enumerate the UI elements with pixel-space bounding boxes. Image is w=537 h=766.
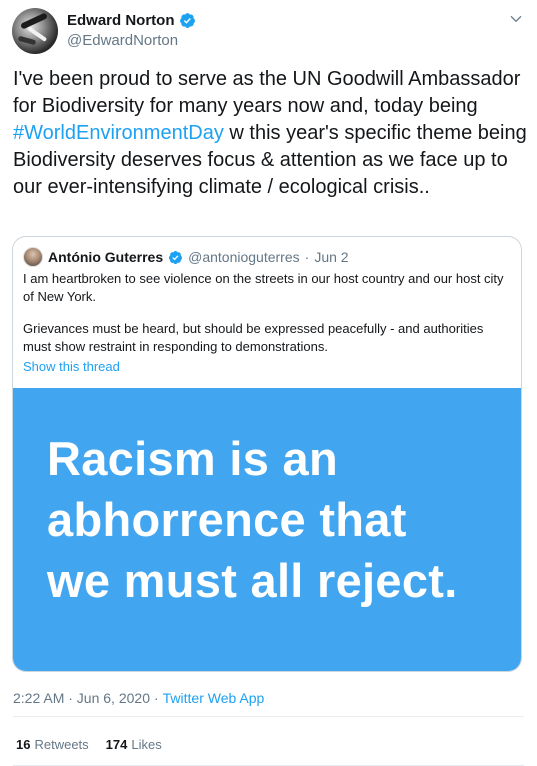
source-link[interactable]: Twitter Web App bbox=[163, 690, 265, 706]
quoted-author-avatar bbox=[23, 247, 43, 267]
tweet-stats: 16 Retweets 174 Likes bbox=[16, 737, 162, 752]
author-name-row[interactable]: Edward Norton bbox=[67, 12, 196, 29]
author-avatar[interactable] bbox=[12, 8, 58, 54]
quoted-paragraph: Grievances must be heard, but should be … bbox=[23, 321, 484, 354]
quoted-tweet-header: António Guterres @antonioguterres · Jun … bbox=[23, 247, 349, 267]
avatar-art bbox=[17, 35, 37, 46]
divider bbox=[13, 716, 524, 717]
verified-badge-icon bbox=[169, 250, 183, 264]
likes-link[interactable]: 174 Likes bbox=[106, 737, 162, 752]
tweet-meta: 2:22 AM · Jun 6, 2020 · Twitter Web App bbox=[13, 690, 264, 706]
quoted-image[interactable]: Racism is an abhorrence that we must all… bbox=[13, 388, 521, 671]
author-name[interactable]: Edward Norton bbox=[67, 12, 175, 29]
likes-count: 174 bbox=[105, 737, 128, 752]
image-text-line: Racism is an bbox=[47, 432, 338, 485]
quoted-date: Jun 2 bbox=[314, 249, 349, 265]
image-text-line: we must all reject. bbox=[47, 554, 458, 607]
verified-badge-icon bbox=[179, 13, 195, 28]
quoted-tweet[interactable]: António Guterres @antonioguterres · Jun … bbox=[12, 236, 522, 672]
quoted-paragraph: I am heartbroken to see violence on the … bbox=[23, 271, 504, 304]
separator-dot: · bbox=[153, 690, 159, 706]
tweet-text-part: I've been proud to serve as the UN Goodw… bbox=[13, 68, 521, 117]
likes-label: Likes bbox=[131, 737, 162, 752]
quoted-author-name: António Guterres bbox=[48, 249, 164, 265]
image-text-line: abhorrence that bbox=[47, 493, 407, 546]
chevron-down-icon[interactable] bbox=[509, 12, 523, 26]
quoted-tweet-text: I am heartbroken to see violence on the … bbox=[23, 270, 511, 356]
retweets-link[interactable]: 16 Retweets bbox=[16, 737, 89, 752]
retweets-label: Retweets bbox=[34, 737, 89, 752]
author-handle[interactable]: @EdwardNorton bbox=[67, 32, 178, 49]
show-thread-link[interactable]: Show this thread bbox=[23, 359, 120, 374]
avatar-art bbox=[20, 12, 48, 30]
tweet-text: I've been proud to serve as the UN Goodw… bbox=[13, 66, 528, 201]
quoted-author-handle: @antonioguterres bbox=[188, 249, 300, 265]
hashtag-link[interactable]: #WorldEnvironmentDay bbox=[13, 122, 224, 144]
timestamp-link[interactable]: 2:22 AM · Jun 6, 2020 bbox=[13, 690, 150, 706]
separator-dot: · bbox=[304, 249, 310, 265]
retweets-count: 16 bbox=[16, 737, 31, 752]
